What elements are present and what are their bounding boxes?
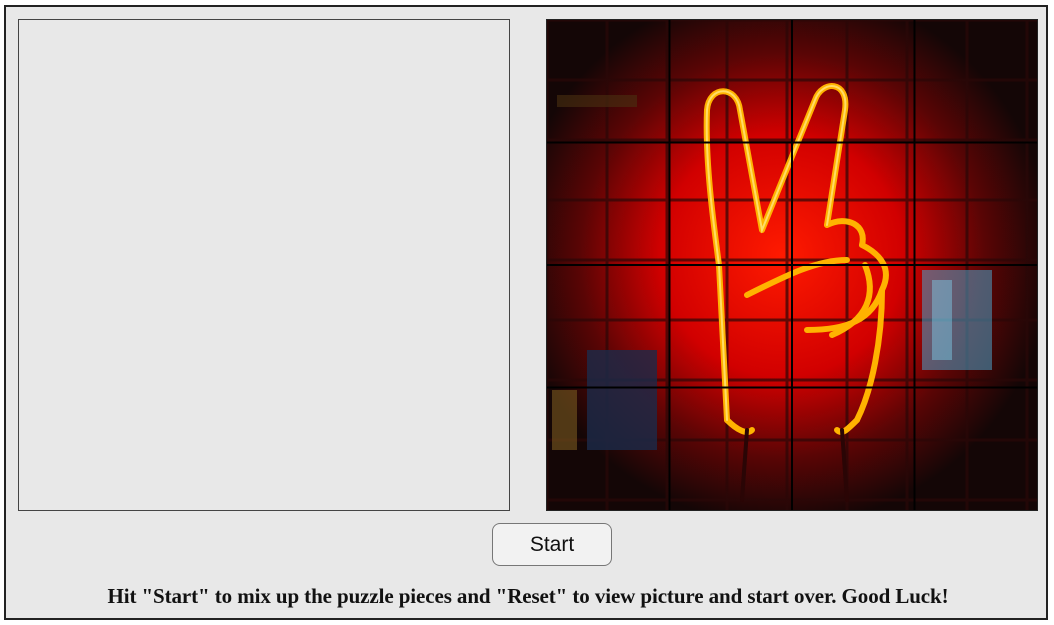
puzzle-board[interactable]	[18, 19, 510, 511]
neon-peace-sign-image	[547, 20, 1037, 510]
puzzle-picture[interactable]	[546, 19, 1038, 511]
instructions-text: Hit "Start" to mix up the puzzle pieces …	[107, 584, 949, 608]
puzzle-game-frame: Start Hit "Start" to mix up the puzzle p…	[4, 5, 1048, 620]
start-button[interactable]: Start	[492, 523, 612, 566]
